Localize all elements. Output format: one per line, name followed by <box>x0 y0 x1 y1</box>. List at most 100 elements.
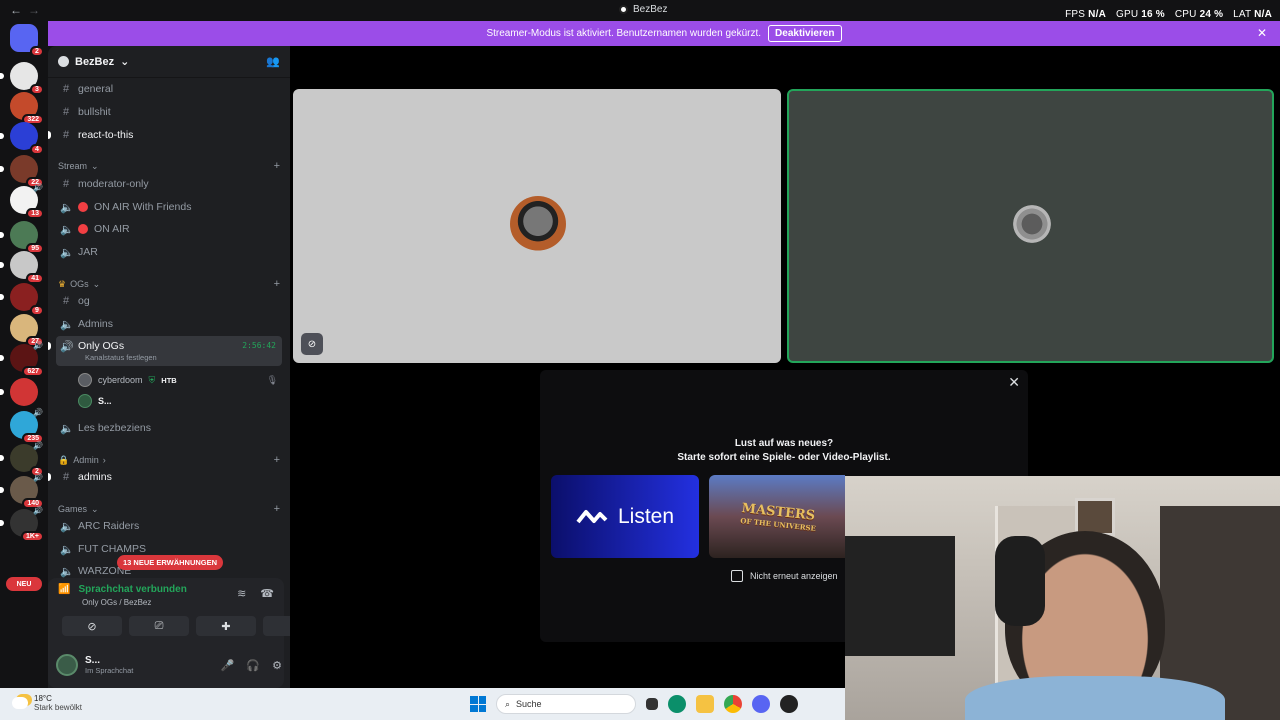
windows-start-icon[interactable] <box>470 696 486 712</box>
voice-channel-jar[interactable]: 🔈 JAR <box>56 242 282 262</box>
voice-channel-on-air-friends[interactable]: 🔈 ON AIR With Friends <box>56 197 282 217</box>
checkbox[interactable] <box>731 570 743 582</box>
server-icon[interactable]: 22 <box>0 155 44 188</box>
muted-mic-icon: ⊘ <box>301 333 323 355</box>
hashtag-icon: # <box>62 129 70 141</box>
voice-location[interactable]: Only OGs / BezBez <box>82 598 151 607</box>
voice-channel-on-air[interactable]: 🔈 ON AIR <box>56 219 282 239</box>
hashtag-icon: # <box>62 106 70 118</box>
user-status: Im Sprachchat <box>85 666 134 675</box>
live-dot-icon <box>78 202 88 212</box>
close-icon[interactable]: ✕ <box>1257 26 1267 40</box>
discord-icon[interactable] <box>752 695 770 713</box>
server-icon[interactable]: 27 <box>10 314 44 347</box>
category-ogs[interactable]: ♛ OGs ⌄ + <box>58 278 280 290</box>
masters-of-the-universe-card[interactable]: MASTERS OF THE UNIVERSE <box>709 475 845 558</box>
server-icon[interactable]: 🔊 235 <box>10 408 44 444</box>
avatar[interactable] <box>56 654 78 676</box>
speaker-icon: 🔈 <box>60 543 74 556</box>
server-icon-active[interactable]: 🔊 13 <box>10 183 44 219</box>
server-icon[interactable] <box>0 378 38 406</box>
guild-header[interactable]: BezBez ⌄ 👥 <box>48 46 290 78</box>
listen-activity-card[interactable]: Listen <box>551 475 699 558</box>
window-title-text: BezBez <box>633 4 668 15</box>
category-games[interactable]: Games ⌄ + <box>58 503 280 515</box>
title-bar: ← → BezBez FPS N/A GPU 16 % CPU 24 % LAT… <box>0 0 1280 21</box>
cloudy-icon <box>12 697 28 709</box>
back-arrow-icon[interactable]: ← <box>10 3 22 17</box>
voice-channel-arc-raiders[interactable]: 🔈 ARC Raiders <box>56 516 282 536</box>
latency-stat: LAT N/A <box>1233 9 1272 20</box>
obs-icon[interactable] <box>780 695 798 713</box>
chevron-down-icon: ⌄ <box>91 503 99 514</box>
voice-status[interactable]: 📶 Sprachchat verbunden <box>58 584 187 595</box>
screen-share-button[interactable]: ⎚ <box>129 616 189 636</box>
signal-icon: 📶 <box>58 584 71 595</box>
chevron-down-icon: ⌄ <box>92 278 101 289</box>
voice-user[interactable]: S... <box>78 392 278 410</box>
server-icon[interactable]: 🔊 2 <box>0 441 44 477</box>
channel-admins[interactable]: # admins <box>48 467 282 487</box>
channel-general[interactable]: # general <box>56 79 282 99</box>
server-icon[interactable]: 9 <box>0 283 44 316</box>
category-admin[interactable]: 🔒 Admin › + <box>58 454 280 466</box>
server-icon[interactable]: 🔊 140 <box>0 473 44 509</box>
category-stream[interactable]: Stream ⌄ + <box>58 160 280 172</box>
disconnect-icon[interactable]: ☎ <box>260 587 274 600</box>
forward-arrow-icon[interactable]: → <box>28 3 40 17</box>
add-channel-icon[interactable]: + <box>274 278 280 290</box>
channel-bullshit[interactable]: # bullshit <box>56 102 282 122</box>
voice-channel-admins[interactable]: 🔈 Admins <box>56 314 282 334</box>
participant-tile[interactable]: ⊘ <box>293 89 781 363</box>
server-icon[interactable]: 41 <box>0 251 44 284</box>
voice-timer: 2:56:42 <box>242 341 276 350</box>
camera-off-button[interactable]: ⊘ <box>62 616 122 636</box>
activities-button[interactable]: ✚ <box>196 616 256 636</box>
chrome-icon[interactable] <box>724 695 742 713</box>
avatar <box>78 373 92 387</box>
weather-widget[interactable]: 18°C Stark bewölkt <box>12 694 82 712</box>
add-channel-icon[interactable]: + <box>274 454 280 466</box>
server-icon[interactable]: 95 <box>0 221 44 254</box>
participant-tile-speaking[interactable] <box>787 89 1274 363</box>
invite-user-icon[interactable]: 👥 <box>266 55 280 68</box>
taskbar-search[interactable]: ⌕ Suche <box>496 694 636 714</box>
voice-connected-panel: 📶 Sprachchat verbunden Only OGs / BezBez … <box>48 578 323 688</box>
hashtag-icon: # <box>62 295 70 307</box>
add-channel-icon[interactable]: + <box>274 503 280 515</box>
fps-stat: FPS N/A <box>1065 9 1106 20</box>
headphones-icon[interactable]: 🎧 <box>246 659 260 672</box>
new-mentions-pill[interactable]: 13 NEUE ERWÄHNUNGEN <box>117 555 224 570</box>
deactivate-button[interactable]: Deaktivieren <box>768 25 842 42</box>
server-icon[interactable]: 🔊 627 <box>0 341 44 377</box>
channel-status[interactable]: Kanalstatus festlegen <box>85 353 157 362</box>
speaker-icon: 🔈 <box>60 565 74 578</box>
channel-og[interactable]: # og <box>56 291 282 311</box>
direct-messages-button[interactable]: 2 <box>10 24 44 57</box>
server-icon[interactable]: 322 <box>10 92 44 125</box>
noise-suppression-icon[interactable]: ≋ <box>237 587 246 600</box>
speaker-icon: 🔈 <box>60 422 74 435</box>
task-view-icon[interactable] <box>646 698 658 710</box>
guild-name: BezBez <box>75 55 115 68</box>
server-icon[interactable]: 🔊 1K+ <box>0 506 44 542</box>
server-icon[interactable]: 4 <box>0 122 44 155</box>
voice-channel-only-ogs[interactable]: 🔊 Only OGs Kanalstatus festlegen 2:56:42 <box>48 336 282 366</box>
popup-message: Lust auf was neues? Starte sofort eine S… <box>677 438 891 463</box>
channel-moderator-only[interactable]: # moderator-only <box>56 174 282 194</box>
voice-user[interactable]: cyberdoom ⛨ HTB 🎙 <box>78 371 278 389</box>
hashtag-icon: # <box>62 178 70 190</box>
new-servers-pill[interactable]: NEU <box>6 577 42 591</box>
speaker-icon: 🔈 <box>60 223 74 236</box>
file-explorer-icon[interactable] <box>696 695 714 713</box>
add-channel-icon[interactable]: + <box>274 160 280 172</box>
microphone-icon[interactable]: 🎤 <box>221 659 235 672</box>
edge-browser-icon[interactable] <box>668 695 686 713</box>
voice-channel-les-bezbeziens[interactable]: 🔈 Les bezbeziens <box>56 418 282 438</box>
server-icon[interactable]: 3 <box>0 62 44 95</box>
dont-show-again-checkbox[interactable]: Nicht erneut anzeigen <box>731 570 838 582</box>
windows-taskbar: 18°C Stark bewölkt ⌕ Suche <box>0 688 845 720</box>
settings-gear-icon[interactable]: ⚙ <box>272 659 282 672</box>
close-icon[interactable]: ✕ <box>1008 374 1020 391</box>
channel-react-to-this[interactable]: # react-to-this <box>48 125 282 145</box>
